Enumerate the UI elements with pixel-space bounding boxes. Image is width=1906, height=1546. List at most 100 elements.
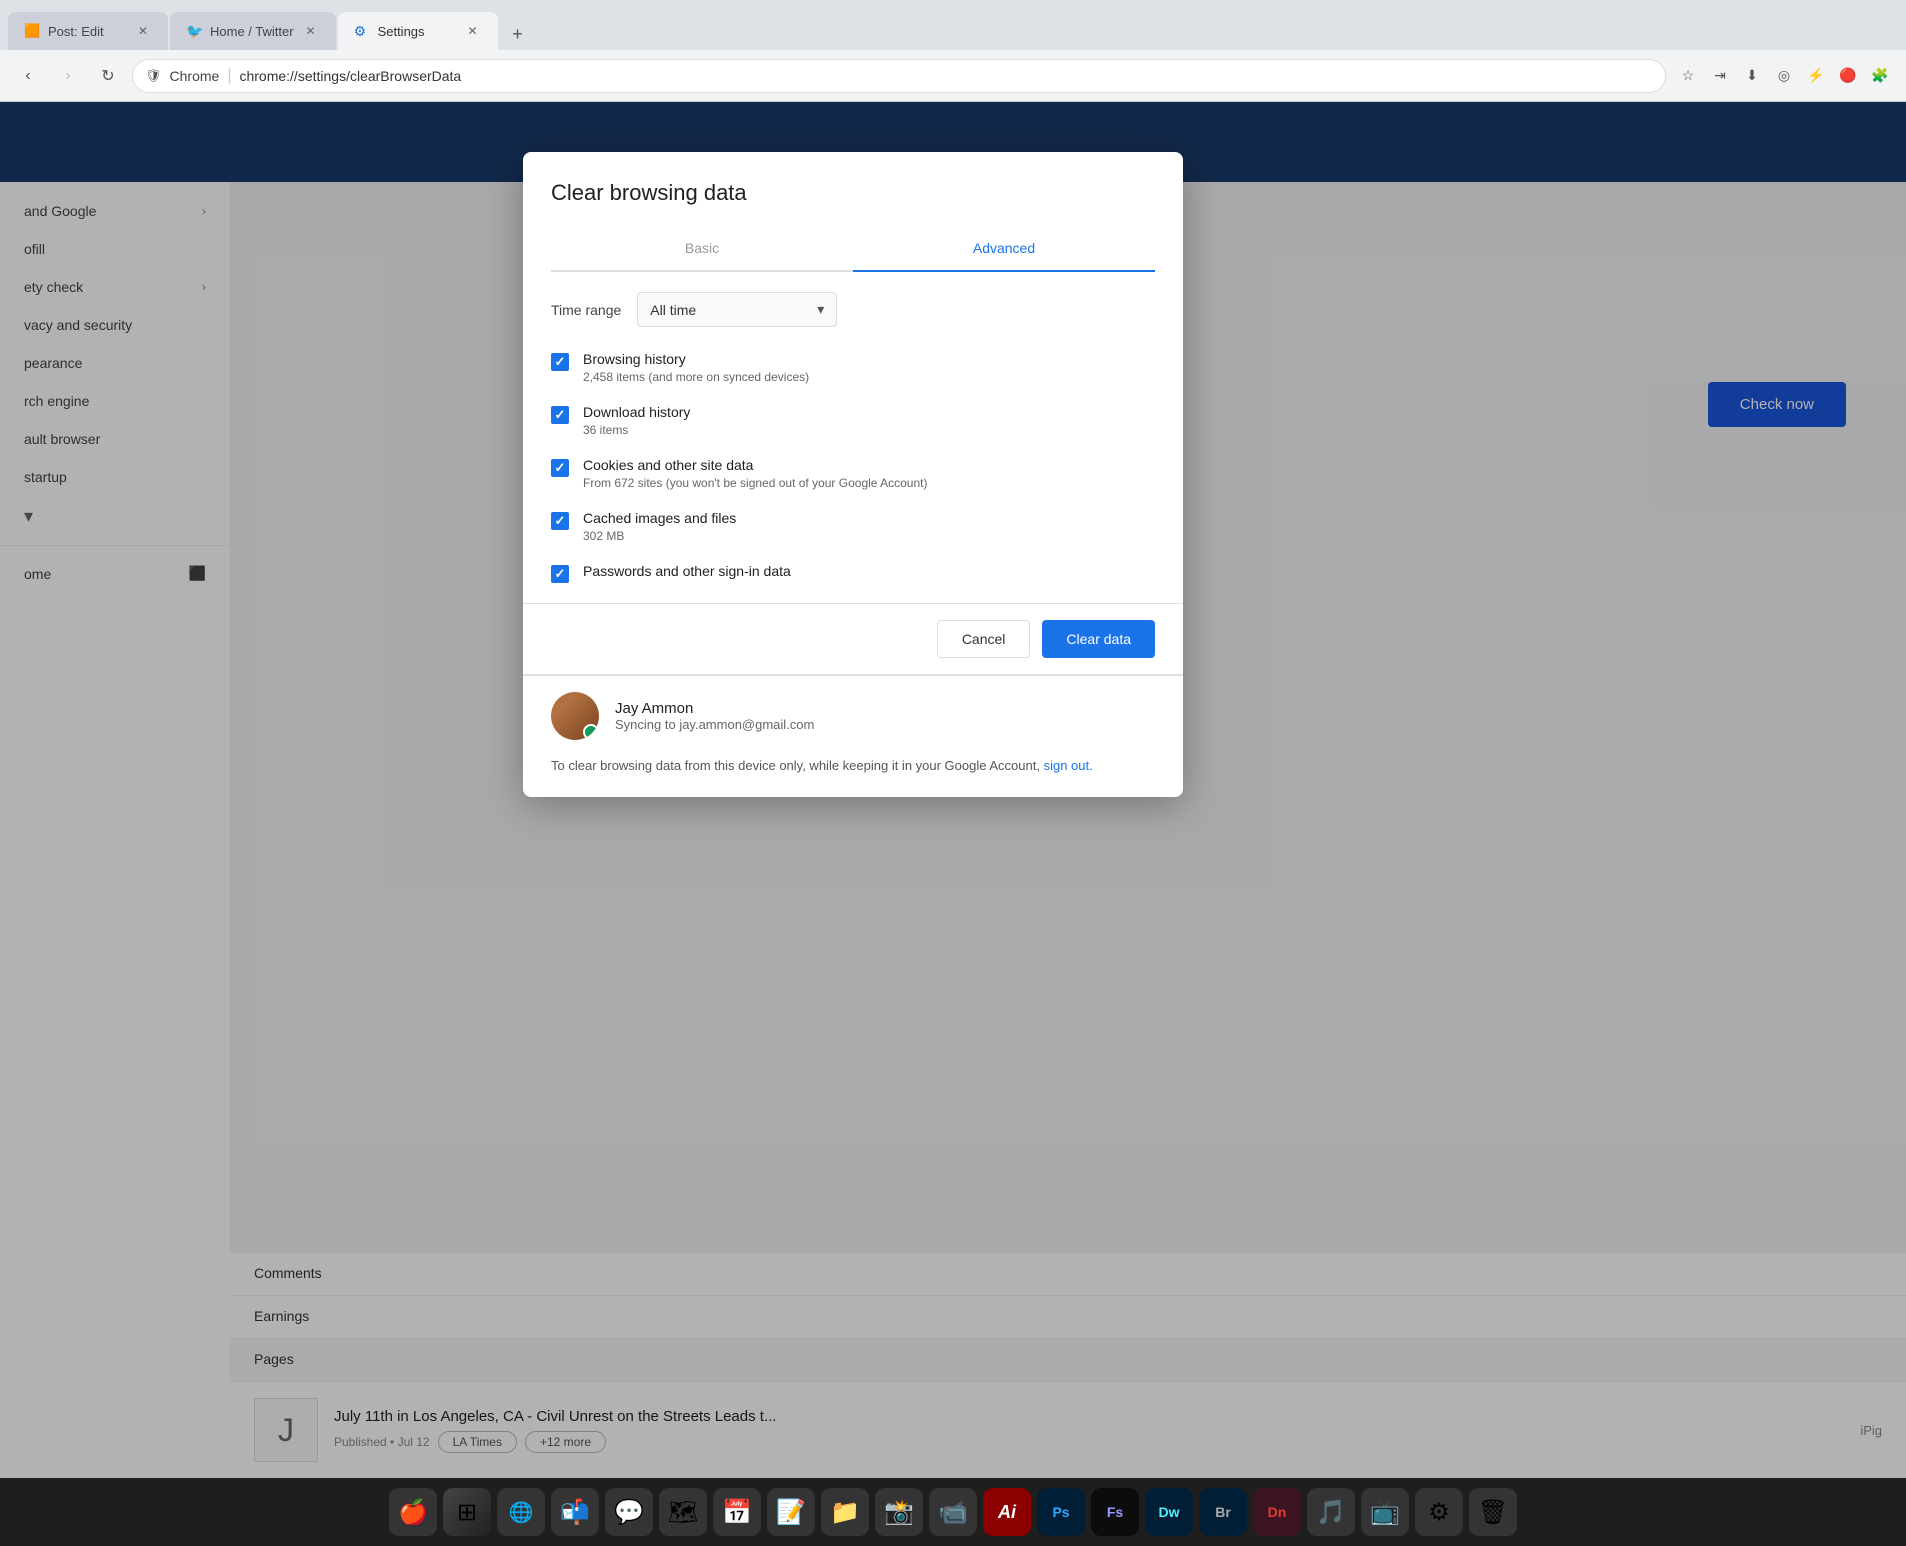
modal-title: Clear browsing data [551, 180, 1155, 206]
checkbox-cookies-desc: From 672 sites (you won't be signed out … [583, 476, 1155, 490]
dock-dn[interactable]: Dn [1253, 1488, 1301, 1536]
tab-settings-label: Settings [378, 24, 456, 39]
download-icon[interactable]: ⬇ [1738, 62, 1766, 90]
checkbox-passwords: ✓ Passwords and other sign-in data [551, 563, 1155, 583]
checkmark-icon-4: ✓ [555, 513, 566, 529]
modal-tab-advanced[interactable]: Advanced [853, 226, 1155, 270]
dock-maps[interactable]: 🗺 [659, 1488, 707, 1536]
checkbox-cached-images-content: Cached images and files 302 MB [583, 510, 1155, 543]
twitter-tab-icon: 🐦 [186, 23, 202, 39]
dock-launchpad[interactable]: ⊞ [443, 1488, 491, 1536]
checkbox-cookies-content: Cookies and other site data From 672 sit… [583, 457, 1155, 490]
checkbox-download-history-label: Download history [583, 404, 1155, 420]
tab-twitter-label: Home / Twitter [210, 24, 294, 39]
back-button[interactable]: ‹ [12, 60, 44, 92]
modal-footer: Cancel Clear data [523, 604, 1183, 674]
dock-messages[interactable]: 💬 [605, 1488, 653, 1536]
signout-section: To clear browsing data from this device … [523, 756, 1183, 797]
checkbox-download-history-input[interactable]: ✓ [551, 406, 569, 424]
new-tab-button[interactable]: + [502, 18, 534, 50]
bookmark-icon[interactable]: ☆ [1674, 62, 1702, 90]
checkbox-browsing-history-content: Browsing history 2,458 items (and more o… [583, 351, 1155, 384]
checkbox-download-history: ✓ Download history 36 items [551, 404, 1155, 437]
puzzle-icon[interactable]: 🧩 [1866, 62, 1894, 90]
signout-link[interactable]: sign out. [1044, 758, 1093, 773]
cancel-button[interactable]: Cancel [937, 620, 1031, 658]
checkmark-icon-2: ✓ [555, 407, 566, 423]
checkbox-browsing-history-input[interactable]: ✓ [551, 353, 569, 371]
checkmark-icon-3: ✓ [555, 460, 566, 476]
checkmark-icon: ✓ [555, 354, 566, 370]
modal-header: Clear browsing data Basic Advanced [523, 152, 1183, 272]
dock-tv[interactable]: 📺 [1361, 1488, 1409, 1536]
address-separator: | [227, 67, 231, 85]
tab-bar: 🟧 Post: Edit ✕ 🐦 Home / Twitter ✕ ⚙ Sett… [0, 0, 1906, 50]
tab-twitter-close[interactable]: ✕ [302, 22, 320, 40]
reload-button[interactable]: ↻ [92, 60, 124, 92]
checkbox-passwords-input[interactable]: ✓ [551, 565, 569, 583]
edit-tab-icon: 🟧 [24, 23, 40, 39]
address-bar[interactable]: 🛡 Chrome | chrome://settings/clearBrowse… [132, 59, 1666, 93]
checkbox-cached-images: ✓ Cached images and files 302 MB [551, 510, 1155, 543]
dropdown-arrow-icon: ▾ [817, 301, 824, 318]
dock-dw[interactable]: Dw [1145, 1488, 1193, 1536]
time-range-select[interactable]: All time ▾ [637, 292, 837, 327]
modal-tabs: Basic Advanced [551, 226, 1155, 272]
account-section: Jay Ammon Syncing to jay.ammon@gmail.com [523, 675, 1183, 756]
tab-post-edit[interactable]: 🟧 Post: Edit ✕ [8, 12, 168, 50]
clear-browsing-data-modal: Clear browsing data Basic Advanced Time … [523, 152, 1183, 797]
tab-post-edit-close[interactable]: ✕ [134, 22, 152, 40]
lightning-icon[interactable]: ⚡ [1802, 62, 1830, 90]
time-range-label: Time range [551, 302, 621, 318]
checkmark-icon-5: ✓ [555, 566, 566, 582]
dock-br[interactable]: Br [1199, 1488, 1247, 1536]
dock-trash[interactable]: 🗑 [1469, 1488, 1517, 1536]
time-range-row: Time range All time ▾ [551, 292, 1155, 327]
dock-finder[interactable]: 🍎 [389, 1488, 437, 1536]
time-range-value: All time [650, 302, 696, 318]
taskbar: 🍎 ⊞ 🌐 📬 💬 🗺 📅 📝 📁 📸 📹 Ai Ps Fs Dw Br Dn … [0, 1478, 1906, 1546]
tab-settings[interactable]: ⚙ Settings ✕ [338, 12, 498, 50]
avatar [551, 692, 599, 740]
checkbox-cookies: ✓ Cookies and other site data From 672 s… [551, 457, 1155, 490]
checkbox-cached-images-label: Cached images and files [583, 510, 1155, 526]
dock-system-prefs[interactable]: ⚙ [1415, 1488, 1463, 1536]
account-name: Jay Ammon [615, 700, 1155, 717]
vpn-icon[interactable]: ◎ [1770, 62, 1798, 90]
modal-body: Time range All time ▾ ✓ Browsing history… [523, 272, 1183, 603]
dock-fs[interactable]: Fs [1091, 1488, 1139, 1536]
tab-post-edit-label: Post: Edit [48, 24, 126, 39]
checkbox-passwords-content: Passwords and other sign-in data [583, 563, 1155, 582]
modal-tab-basic[interactable]: Basic [551, 226, 853, 270]
signout-text: To clear browsing data from this device … [551, 758, 1040, 773]
chrome-brand-label: Chrome [170, 68, 220, 84]
dock-files[interactable]: 📁 [821, 1488, 869, 1536]
settings-tab-icon: ⚙ [354, 23, 370, 39]
checkbox-cookies-input[interactable]: ✓ [551, 459, 569, 477]
checkbox-cookies-label: Cookies and other site data [583, 457, 1155, 473]
tab-settings-close[interactable]: ✕ [464, 22, 482, 40]
dock-music[interactable]: 🎵 [1307, 1488, 1355, 1536]
tab-twitter[interactable]: 🐦 Home / Twitter ✕ [170, 12, 336, 50]
checkbox-passwords-label: Passwords and other sign-in data [583, 563, 1155, 579]
dock-chrome[interactable]: 🌐 [497, 1488, 545, 1536]
dock-photos[interactable]: 📸 [875, 1488, 923, 1536]
account-info: Jay Ammon Syncing to jay.ammon@gmail.com [615, 700, 1155, 732]
forward-button[interactable]: › [52, 60, 84, 92]
dock-ai[interactable]: Ai [983, 1488, 1031, 1536]
sync-badge-icon [583, 724, 599, 740]
send-icon[interactable]: ⇥ [1706, 62, 1734, 90]
extension-red-icon[interactable]: 🔴 [1834, 62, 1862, 90]
dock-calendar[interactable]: 📅 [713, 1488, 761, 1536]
dock-facetime[interactable]: 📹 [929, 1488, 977, 1536]
checkbox-browsing-history-desc: 2,458 items (and more on synced devices) [583, 370, 1155, 384]
checkbox-download-history-content: Download history 36 items [583, 404, 1155, 437]
checkbox-cached-images-desc: 302 MB [583, 529, 1155, 543]
clear-data-button[interactable]: Clear data [1042, 620, 1155, 658]
checkbox-browsing-history-label: Browsing history [583, 351, 1155, 367]
dock-mail[interactable]: 📬 [551, 1488, 599, 1536]
dock-ps[interactable]: Ps [1037, 1488, 1085, 1536]
checkbox-cached-images-input[interactable]: ✓ [551, 512, 569, 530]
account-syncing-text: Syncing to jay.ammon@gmail.com [615, 717, 1155, 732]
dock-notes[interactable]: 📝 [767, 1488, 815, 1536]
